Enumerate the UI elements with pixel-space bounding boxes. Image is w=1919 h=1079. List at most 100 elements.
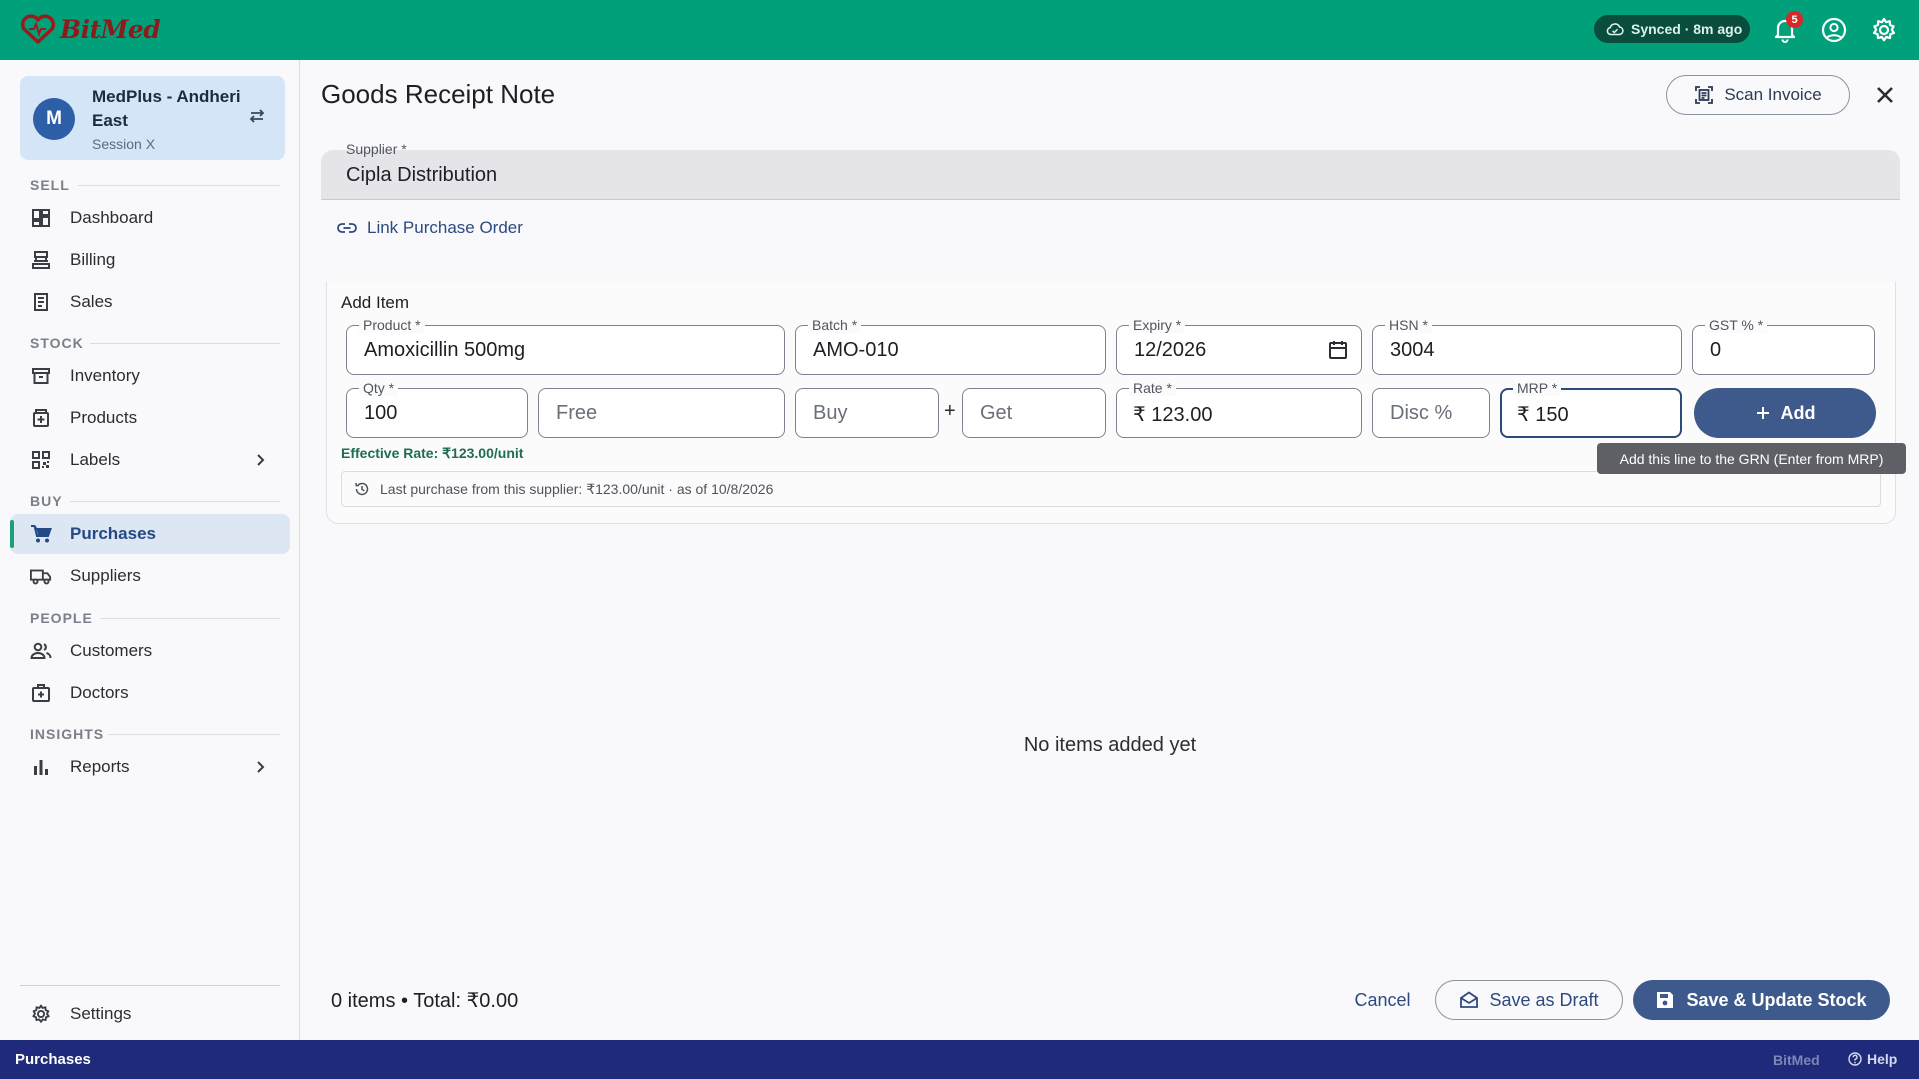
sidebar-item-products[interactable]: Products [10,398,290,438]
plus-icon [1755,405,1771,421]
rate-label: Rate * [1129,380,1176,396]
help-icon [1848,1052,1862,1066]
sidebar-item-purchases[interactable]: Purchases [10,514,290,554]
supplier-field[interactable]: Supplier * Cipla Distribution [321,141,1900,200]
link-purchase-order-button[interactable]: Link Purchase Order [337,218,523,238]
hsn-label: HSN * [1385,317,1432,333]
qr-code-icon [30,449,52,471]
sidebar-item-label: Doctors [70,683,129,702]
sidebar-item-label: Inventory [70,366,140,385]
notification-count-badge: 5 [1786,11,1803,28]
qty-value: 100 [364,402,398,424]
sidebar-item-label: Dashboard [70,208,154,227]
status-bar: Purchases BitMed Help [0,1040,1919,1079]
sidebar-item-suppliers[interactable]: Suppliers [10,556,290,596]
close-button[interactable] [1870,80,1900,110]
notifications-button[interactable]: 5 [1770,11,1803,45]
store-switcher[interactable]: M MedPlus - Andheri East Session X [20,76,285,160]
expiry-field[interactable]: Expiry * 12/2026 [1116,317,1362,375]
sidebar-item-label: Billing [70,250,116,269]
buy-field[interactable]: Buy [795,388,939,438]
expiry-label: Expiry * [1129,317,1186,333]
store-session: Session X [92,136,156,152]
sidebar-item-settings[interactable]: Settings [10,994,290,1034]
sidebar-item-billing[interactable]: Billing [10,240,290,280]
scan-invoice-label: Scan Invoice [1724,85,1822,104]
get-placeholder: Get [980,402,1013,424]
account-circle-icon [1821,17,1847,43]
batch-field[interactable]: Batch * AMO-010 [795,317,1106,375]
medical-bag-icon [30,682,52,704]
page-title: Goods Receipt Note [321,79,556,109]
point-of-sale-icon [30,249,52,271]
gst-field[interactable]: GST % * 0 [1692,317,1875,375]
app-logo[interactable]: BitMed [20,14,161,44]
receipt-icon [30,291,52,313]
calendar-icon[interactable] [1327,339,1349,361]
add-line-tooltip: Add this line to the GRN (Enter from MRP… [1597,443,1906,474]
free-field[interactable]: Free [538,388,785,438]
save-draft-button[interactable]: Save as Draft [1435,980,1623,1020]
get-field[interactable]: Get [962,388,1106,438]
rate-value: ₹ 123.00 [1133,404,1213,426]
document-scanner-icon [1694,85,1714,105]
settings-button[interactable] [1869,15,1899,45]
help-label: Help [1867,1051,1898,1067]
swap-horiz-icon[interactable] [248,108,266,124]
mrp-field[interactable]: MRP * ₹ 150 [1500,380,1682,438]
link-purchase-order-label: Link Purchase Order [367,218,523,237]
last-purchase-info: Last purchase from this supplier: ₹123.0… [341,471,1881,507]
product-value: Amoxicillin 500mg [364,339,526,361]
scan-invoice-button[interactable]: Scan Invoice [1666,75,1850,115]
sidebar-item-doctors[interactable]: Doctors [10,673,290,713]
sidebar-divider [20,985,280,986]
account-button[interactable] [1819,15,1849,45]
cancel-button[interactable]: Cancel [1345,980,1420,1020]
sidebar-item-sales[interactable]: Sales [10,282,290,322]
status-brand: BitMed [1773,1052,1820,1068]
effective-rate: Effective Rate: ₹123.00/unit [341,445,524,461]
last-purchase-text: Last purchase from this supplier: ₹123.0… [380,480,774,497]
grn-totals: 0 items • Total: ₹0.00 [331,990,519,1012]
expiry-value: 12/2026 [1134,339,1207,361]
sidebar-item-customers[interactable]: Customers [10,631,290,671]
discount-field[interactable]: Disc % [1372,388,1490,438]
sidebar-item-label: Labels [70,450,121,469]
sidebar-item-label: Suppliers [70,566,141,585]
hsn-field[interactable]: HSN * 3004 [1372,317,1682,375]
sidebar-item-label: Purchases [70,524,156,543]
bar-chart-icon [30,756,52,778]
help-button[interactable]: Help [1848,1051,1897,1067]
gst-value: 0 [1710,339,1722,361]
plus-sign: + [944,400,956,422]
sidebar-item-inventory[interactable]: Inventory [10,356,290,396]
truck-icon [30,565,52,587]
add-line-button[interactable]: Add [1694,388,1876,438]
rate-field[interactable]: Rate * ₹ 123.00 [1116,380,1362,438]
sync-status-text: Synced · 8m ago [1631,21,1743,37]
store-avatar: M [33,98,75,140]
sidebar-item-labels[interactable]: Labels [10,440,290,480]
mrp-label: MRP * [1513,380,1562,396]
hsn-value: 3004 [1390,339,1435,361]
buy-placeholder: Buy [813,402,848,424]
section-divider [78,185,280,186]
section-stock: STOCK [30,335,84,351]
qty-label: Qty * [359,380,399,396]
product-field[interactable]: Product * Amoxicillin 500mg [346,317,785,375]
top-app-bar: BitMed Synced · 8m ago 5 [0,0,1919,60]
sidebar-item-dashboard[interactable]: Dashboard [10,198,290,238]
sidebar: M MedPlus - Andheri East Session X SELL … [0,60,300,1040]
section-divider [100,618,280,619]
sync-status-badge[interactable]: Synced · 8m ago [1594,15,1750,43]
qty-field[interactable]: Qty * 100 [346,380,528,438]
chevron-right-icon [250,757,270,777]
section-sell: SELL [30,177,70,193]
add-line-label: Add [1780,402,1816,423]
medication-icon [30,407,52,429]
free-placeholder: Free [556,402,598,424]
supplier-value: Cipla Distribution [346,164,498,186]
save-update-stock-button[interactable]: Save & Update Stock [1633,980,1890,1020]
heart-logo-icon [20,14,56,44]
history-icon [354,481,370,497]
